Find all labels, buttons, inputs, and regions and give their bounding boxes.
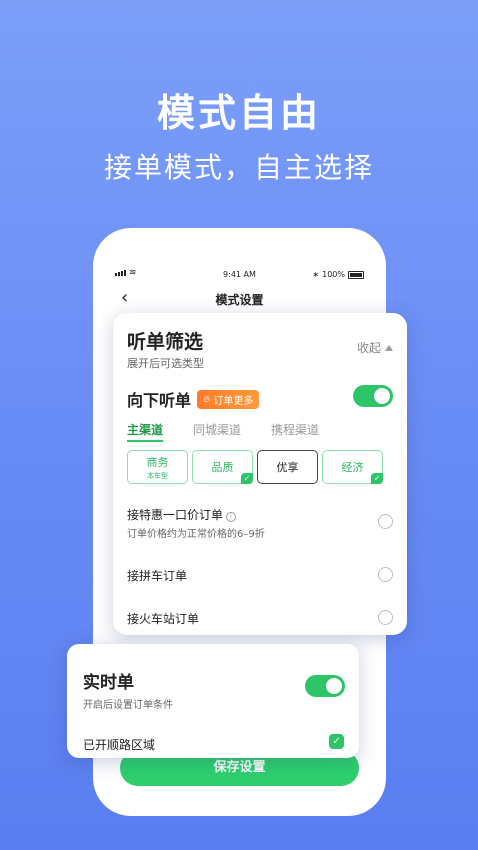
battery-indicator: ∗ 100% [312,270,364,279]
hero-title: 模式自由 [156,91,321,135]
car-type-options: 商务 本车型 品质 ✓ 优享 经济 ✓ [127,450,383,484]
tab-city-channel[interactable]: 同城渠道 [193,421,241,442]
info-icon[interactable]: i [226,512,237,522]
listen-down-row: 向下听单 🔥︎ 订单更多 [127,387,260,411]
route-area-checkbox[interactable]: ✓ [329,734,344,749]
fire-icon: 🔥︎ [203,393,211,405]
caret-up-icon [385,344,393,351]
hero-subtitle: 接单模式，自主选择 [103,151,374,184]
option-special-price-radio[interactable] [378,514,393,529]
tab-main-channel[interactable]: 主渠道 [127,421,164,442]
realtime-toggle[interactable] [305,675,345,697]
filter-title: 听单筛选 [127,331,204,353]
check-icon: ✓ [371,473,383,484]
tab-ctrip-channel[interactable]: 携程渠道 [271,421,319,442]
collapse-button[interactable]: 收起 [357,339,393,356]
realtime-description: 开启后设置订单条件 [83,700,173,711]
option-label: 接特惠一口价订单 [127,508,224,522]
filter-description: 展开后可选类型 [127,357,204,370]
battery-percent: 100% [322,270,345,279]
car-type-sub: 本车型 [147,471,168,480]
more-orders-badge: 🔥︎ 订单更多 [197,389,260,409]
page-title: 模式设置 [215,293,264,307]
filter-card: 听单筛选 展开后可选类型 收起 向下听单 🔥︎ 订单更多 主渠道 同城渠道 携程… [113,313,407,635]
car-type-label: 商务 [146,455,169,469]
car-type-business[interactable]: 商务 本车型 [127,450,188,484]
route-area-label: 已开顺路区域 [83,738,156,752]
option-train-station: 接火车站订单 [127,612,200,626]
car-type-premium[interactable]: 优享 [257,450,318,484]
battery-icon [348,270,364,279]
car-type-label: 品质 [211,461,234,474]
status-bar: ≋ 9:41 AM ∗ 100% [93,268,386,284]
realtime-card: 实时单 开启后设置订单条件 已开顺路区域 ✓ [67,644,359,758]
check-icon: ✓ [241,473,253,484]
bluetooth-icon: ∗ [312,270,320,279]
option-carpool: 接拼车订单 [127,569,188,583]
option-train-station-radio[interactable] [378,610,393,625]
listen-down-label: 向下听单 [127,391,192,410]
channel-tabs: 主渠道 同城渠道 携程渠道 [127,421,319,442]
nav-bar: ‹ 模式设置 [93,288,386,310]
car-type-label: 优享 [276,461,299,474]
car-type-economy[interactable]: 经济 ✓ [322,450,383,484]
option-special-price-desc: 订单价格约为正常价格的6–9折 [127,529,265,540]
car-type-quality[interactable]: 品质 ✓ [192,450,253,484]
badge-label: 订单更多 [213,395,254,407]
car-type-label: 经济 [341,461,364,474]
option-carpool-radio[interactable] [378,567,393,582]
realtime-title: 实时单 [83,673,134,693]
option-special-price: 接特惠一口价订单 i [127,506,237,523]
collapse-label: 收起 [356,341,381,355]
listen-down-toggle[interactable] [353,385,393,407]
